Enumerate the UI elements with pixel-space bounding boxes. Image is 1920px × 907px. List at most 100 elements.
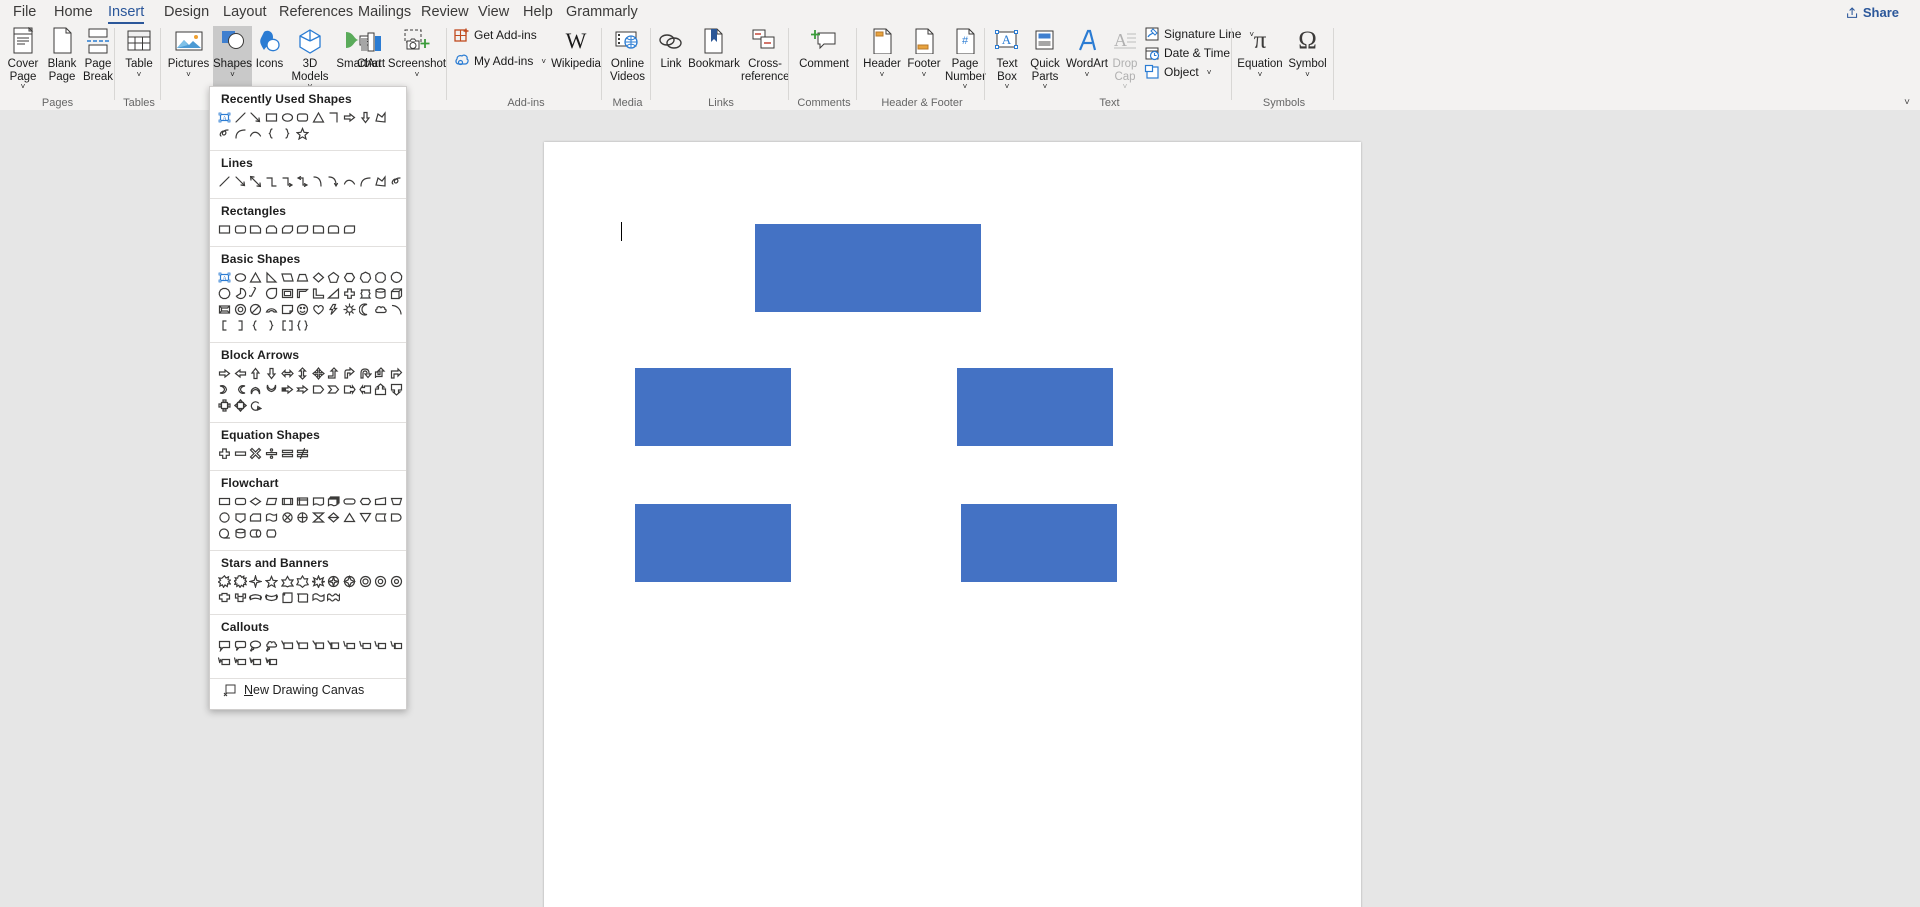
shape-ribbon-down[interactable]: [233, 589, 249, 605]
shape-diagonal-stripe[interactable]: [326, 285, 342, 301]
shape-ribbon-curved-down[interactable]: [264, 589, 280, 605]
tab-view[interactable]: View: [469, 2, 518, 23]
shape-arrow-striped-right[interactable]: [279, 381, 295, 397]
shape-arrow-right[interactable]: [217, 365, 233, 381]
shape-callout-line-3-border[interactable]: [233, 653, 249, 669]
shape-up-arrow-callout[interactable]: [373, 381, 389, 397]
ribbon-button-pictures[interactable]: Pictures ˅: [165, 26, 212, 79]
shape-bevel[interactable]: [217, 301, 233, 317]
shape-pentagon-arrow[interactable]: [311, 381, 327, 397]
shape-snip-single-corner[interactable]: [248, 221, 264, 237]
ribbon-button-bookmark[interactable]: Bookmark: [688, 26, 740, 71]
shape-flow-manual-operation[interactable]: [389, 493, 405, 509]
ribbon-button-link[interactable]: Link: [655, 26, 687, 71]
shape-left-brace[interactable]: [264, 125, 280, 141]
shape-flow-sequential-access[interactable]: [217, 525, 233, 541]
ribbon-button-quick-parts[interactable]: Quick Parts ˅: [1026, 26, 1064, 91]
shape-chord[interactable]: [248, 285, 264, 301]
shape-star-8[interactable]: [311, 573, 327, 589]
shape-right-triangle[interactable]: [264, 269, 280, 285]
shape-callout-line-2-border-accent[interactable]: [389, 637, 405, 653]
shape-flow-preparation[interactable]: [357, 493, 373, 509]
shape-scroll-vertical[interactable]: [279, 589, 295, 605]
ribbon-button-footer[interactable]: Footer ˅: [904, 26, 944, 79]
shape-star-6[interactable]: [279, 573, 295, 589]
shape-double-brace[interactable]: [295, 317, 311, 333]
shape-flow-extract[interactable]: [342, 509, 358, 525]
tab-mailings[interactable]: Mailings: [349, 2, 420, 23]
shape-ribbon-up[interactable]: [217, 589, 233, 605]
shape-flow-multidocument[interactable]: [326, 493, 342, 509]
document-page[interactable]: [544, 142, 1361, 907]
shape-connector-elbow-double-arrow[interactable]: [295, 173, 311, 189]
shape-flow-offpage-connector[interactable]: [233, 509, 249, 525]
shape-double-bracket[interactable]: [279, 317, 295, 333]
shape-diamond[interactable]: [311, 269, 327, 285]
shape-flow-magnetic-disk[interactable]: [233, 525, 249, 541]
shape-L-shape[interactable]: [311, 285, 327, 301]
shape-callout-line-3-accent[interactable]: [248, 653, 264, 669]
shape-block-arc[interactable]: [264, 301, 280, 317]
shape-flow-merge[interactable]: [357, 509, 373, 525]
shape-callout-line-2-accent[interactable]: [373, 637, 389, 653]
shape-chevron[interactable]: [326, 381, 342, 397]
shape-callout-line-3-border-accent[interactable]: [264, 653, 280, 669]
shape-rectangle[interactable]: [217, 221, 233, 237]
ribbon-button-chart[interactable]: Chart: [356, 26, 386, 71]
shape-octagon[interactable]: [373, 269, 389, 285]
shape-dodecagon[interactable]: [217, 285, 233, 301]
chevron-down-icon[interactable]: ˅: [119, 70, 159, 79]
chevron-down-icon[interactable]: ˅: [387, 70, 447, 79]
shape-connector-curved[interactable]: [311, 173, 327, 189]
ribbon-button-online-videos[interactable]: Online Videos: [606, 26, 649, 83]
shape-arrow-curved-left[interactable]: [233, 381, 249, 397]
shape-heptagon[interactable]: [357, 269, 373, 285]
shape-arc[interactable]: [342, 173, 358, 189]
shape-explosion-2[interactable]: [233, 573, 249, 589]
shape-textbox[interactable]: A: [217, 109, 233, 125]
ribbon-button-page-number[interactable]: # Page Number ˅: [945, 26, 986, 91]
shape-callout-line-1-border[interactable]: [295, 637, 311, 653]
shape-line-double-arrow[interactable]: [248, 173, 264, 189]
shape-rectangle[interactable]: [264, 109, 280, 125]
shape-half-frame[interactable]: [295, 285, 311, 301]
chevron-down-icon[interactable]: ˅: [861, 70, 903, 79]
shape-star-24[interactable]: [373, 573, 389, 589]
ribbon-button-page-break[interactable]: Page Break: [80, 26, 116, 83]
shape-folded-corner[interactable]: [279, 301, 295, 317]
shape-line[interactable]: [233, 109, 249, 125]
shape-triangle[interactable]: [248, 269, 264, 285]
shape-line-arrow[interactable]: [233, 173, 249, 189]
shape-pie[interactable]: [233, 285, 249, 301]
ribbon-button-cover-page[interactable]: Cover Page ˅: [2, 26, 44, 91]
ribbon-button-screenshot[interactable]: Screenshot ˅: [387, 26, 447, 79]
shape-arrow-up[interactable]: [248, 365, 264, 381]
shape-snip-diagonal-corner[interactable]: [279, 221, 295, 237]
chevron-down-icon[interactable]: ˅: [1065, 70, 1109, 79]
shape-textbox[interactable]: A: [217, 269, 233, 285]
shape-snip-same-side-corner[interactable]: [264, 221, 280, 237]
shape-wave[interactable]: [311, 589, 327, 605]
shape-arrow-bent[interactable]: [342, 365, 358, 381]
shape-math-plus[interactable]: [217, 445, 233, 461]
share-button[interactable]: Share: [1841, 3, 1906, 22]
shape-sun[interactable]: [342, 301, 358, 317]
shape-connector-elbow-arrow[interactable]: [279, 173, 295, 189]
shape-arrow-cross-callout[interactable]: [217, 397, 233, 413]
shape-arrow-left-up[interactable]: [373, 365, 389, 381]
tab-layout[interactable]: Layout: [214, 2, 276, 23]
new-drawing-canvas-menu-item[interactable]: New Drawing Canvas: [210, 679, 406, 701]
shape-arc[interactable]: [248, 125, 264, 141]
shape-math-equal[interactable]: [279, 445, 295, 461]
shape-down-arrow-callout[interactable]: [389, 381, 405, 397]
shape-arrow-curved-right[interactable]: [217, 381, 233, 397]
chevron-down-icon[interactable]: ˅: [541, 57, 546, 66]
shape-triangle[interactable]: [311, 109, 327, 125]
shape-can[interactable]: [373, 285, 389, 301]
shape-line[interactable]: [217, 173, 233, 189]
shape-moon[interactable]: [357, 301, 373, 317]
shape-pentagon[interactable]: [326, 269, 342, 285]
shape-right-brace[interactable]: [264, 317, 280, 333]
ribbon-button-equation[interactable]: π Equation ˅: [1236, 26, 1284, 79]
tab-insert[interactable]: Insert: [99, 2, 153, 24]
